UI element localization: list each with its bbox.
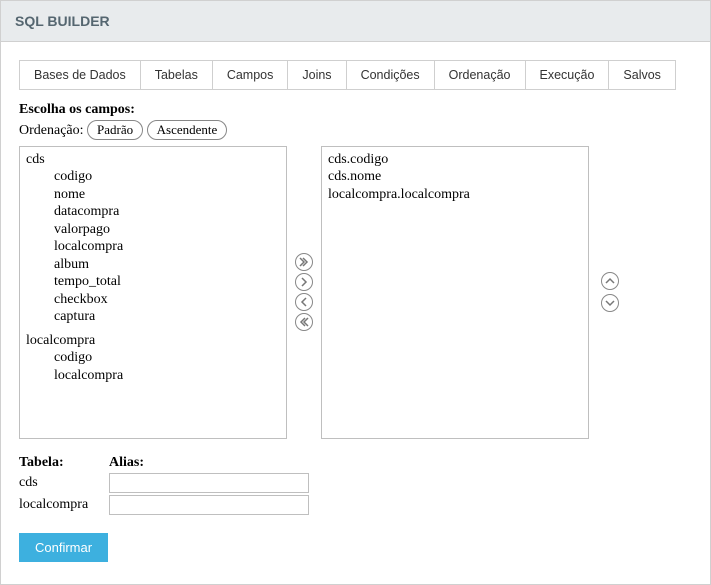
alias-section: Tabela: Alias: cds localcompra bbox=[19, 455, 692, 515]
page-title: SQL BUILDER bbox=[15, 13, 696, 29]
field-item[interactable]: album bbox=[26, 256, 280, 274]
group-name[interactable]: localcompra bbox=[26, 332, 280, 350]
selected-fields-list[interactable]: cds.codigo cds.nome localcompra.localcom… bbox=[321, 146, 589, 439]
tab-condicoes[interactable]: Condições bbox=[346, 60, 435, 90]
app-container: SQL BUILDER Bases de Dados Tabelas Campo… bbox=[0, 0, 711, 585]
alias-table-name: localcompra bbox=[19, 497, 109, 513]
field-item[interactable]: localcompra bbox=[26, 238, 280, 256]
remove-all-button[interactable] bbox=[295, 313, 313, 331]
field-item[interactable]: localcompra bbox=[26, 367, 280, 385]
reorder-controls bbox=[601, 272, 619, 312]
field-item[interactable]: valorpago bbox=[26, 221, 280, 239]
field-group: cds codigo nome datacompra valorpago loc… bbox=[26, 151, 280, 326]
alias-row: localcompra bbox=[19, 495, 692, 515]
alias-table-name: cds bbox=[19, 475, 109, 491]
tab-ordenacao[interactable]: Ordenação bbox=[434, 60, 526, 90]
field-item[interactable]: captura bbox=[26, 308, 280, 326]
choose-fields-label: Escolha os campos: bbox=[19, 102, 692, 118]
add-all-button[interactable] bbox=[295, 253, 313, 271]
alias-header-alias: Alias: bbox=[109, 455, 144, 471]
alias-header-table: Tabela: bbox=[19, 455, 109, 471]
move-down-button[interactable] bbox=[601, 294, 619, 312]
tab-salvos[interactable]: Salvos bbox=[608, 60, 676, 90]
alias-headers: Tabela: Alias: bbox=[19, 455, 692, 471]
order-ascending-button[interactable]: Ascendente bbox=[147, 120, 228, 140]
field-group: localcompra codigo localcompra bbox=[26, 332, 280, 385]
alias-input[interactable] bbox=[109, 473, 309, 493]
confirm-button[interactable]: Confirmar bbox=[19, 533, 108, 562]
lists-row: cds codigo nome datacompra valorpago loc… bbox=[19, 146, 692, 439]
selected-item[interactable]: cds.codigo bbox=[328, 151, 582, 169]
available-fields-list[interactable]: cds codigo nome datacompra valorpago loc… bbox=[19, 146, 287, 439]
header: SQL BUILDER bbox=[1, 1, 710, 42]
selected-item[interactable]: localcompra.localcompra bbox=[328, 186, 582, 204]
transfer-controls bbox=[295, 253, 313, 331]
add-button[interactable] bbox=[295, 273, 313, 291]
group-name[interactable]: cds bbox=[26, 151, 280, 169]
field-item[interactable]: nome bbox=[26, 186, 280, 204]
alias-input[interactable] bbox=[109, 495, 309, 515]
field-item[interactable]: checkbox bbox=[26, 291, 280, 309]
field-item[interactable]: codigo bbox=[26, 168, 280, 186]
remove-button[interactable] bbox=[295, 293, 313, 311]
alias-row: cds bbox=[19, 473, 692, 493]
body: Bases de Dados Tabelas Campos Joins Cond… bbox=[1, 42, 710, 584]
ordering-label: Ordenação: bbox=[19, 123, 84, 138]
tabs: Bases de Dados Tabelas Campos Joins Cond… bbox=[19, 60, 692, 90]
field-item[interactable]: datacompra bbox=[26, 203, 280, 221]
ordering-row: Ordenação: Padrão Ascendente bbox=[19, 120, 692, 140]
tab-tabelas[interactable]: Tabelas bbox=[140, 60, 213, 90]
field-item[interactable]: tempo_total bbox=[26, 273, 280, 291]
tab-execucao[interactable]: Execução bbox=[525, 60, 610, 90]
tab-joins[interactable]: Joins bbox=[287, 60, 346, 90]
field-item[interactable]: codigo bbox=[26, 349, 280, 367]
order-default-button[interactable]: Padrão bbox=[87, 120, 143, 140]
selected-item[interactable]: cds.nome bbox=[328, 168, 582, 186]
tab-bases-de-dados[interactable]: Bases de Dados bbox=[19, 60, 141, 90]
move-up-button[interactable] bbox=[601, 272, 619, 290]
tab-campos[interactable]: Campos bbox=[212, 60, 289, 90]
